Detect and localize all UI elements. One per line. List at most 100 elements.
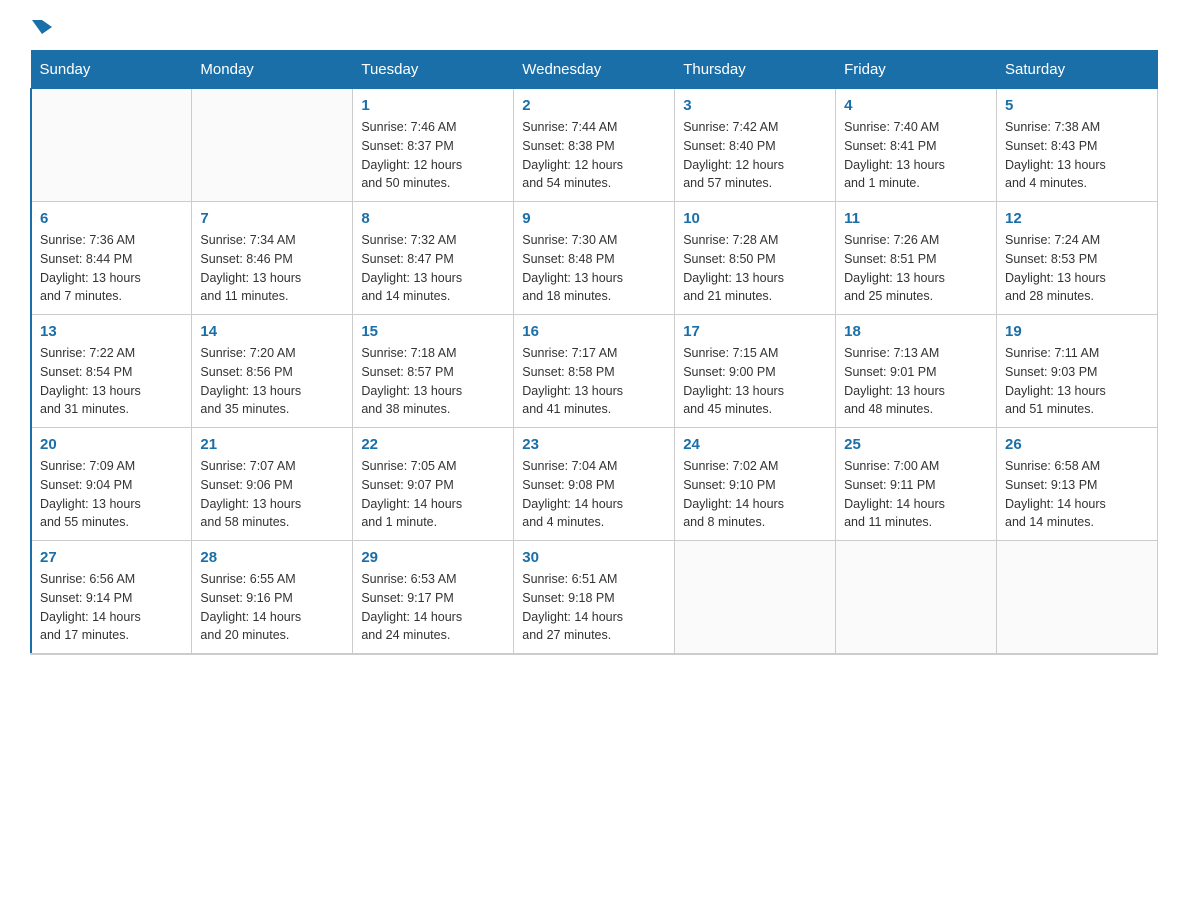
calendar-cell: 6 Sunrise: 7:36 AM Sunset: 8:44 PM Daylig… (31, 202, 192, 315)
day-info: Sunrise: 7:18 AM Sunset: 8:57 PM Dayligh… (361, 344, 505, 419)
day-number: 13 (40, 323, 183, 340)
day-info: Sunrise: 7:09 AM Sunset: 9:04 PM Dayligh… (40, 457, 183, 532)
calendar-cell: 10 Sunrise: 7:28 AM Sunset: 8:50 PM Dayli… (675, 202, 836, 315)
col-header-wednesday: Wednesday (514, 51, 675, 89)
calendar-cell: 2 Sunrise: 7:44 AM Sunset: 8:38 PM Daylig… (514, 89, 675, 202)
day-info: Sunrise: 7:22 AM Sunset: 8:54 PM Dayligh… (40, 344, 183, 419)
day-number: 18 (844, 323, 988, 340)
day-info: Sunrise: 7:44 AM Sunset: 8:38 PM Dayligh… (522, 118, 666, 193)
day-number: 10 (683, 210, 827, 227)
calendar-cell (997, 541, 1158, 655)
week-row-3: 13 Sunrise: 7:22 AM Sunset: 8:54 PM Dayli… (31, 315, 1158, 428)
day-info: Sunrise: 7:04 AM Sunset: 9:08 PM Dayligh… (522, 457, 666, 532)
calendar-cell: 30Sunrise: 6:51 AM Sunset: 9:18 PM Dayli… (514, 541, 675, 655)
day-info: Sunrise: 7:24 AM Sunset: 8:53 PM Dayligh… (1005, 231, 1149, 306)
day-number: 19 (1005, 323, 1149, 340)
page-header (30, 20, 1158, 30)
calendar-cell: 12 Sunrise: 7:24 AM Sunset: 8:53 PM Dayli… (997, 202, 1158, 315)
day-info: Sunrise: 7:34 AM Sunset: 8:46 PM Dayligh… (200, 231, 344, 306)
day-number: 29 (361, 549, 505, 566)
calendar-cell (192, 89, 353, 202)
calendar-table: SundayMondayTuesdayWednesdayThursdayFrid… (30, 50, 1158, 655)
day-number: 22 (361, 436, 505, 453)
day-number: 25 (844, 436, 988, 453)
week-row-2: 6 Sunrise: 7:36 AM Sunset: 8:44 PM Daylig… (31, 202, 1158, 315)
day-info: Sunrise: 6:53 AM Sunset: 9:17 PM Dayligh… (361, 570, 505, 645)
calendar-cell: 22 Sunrise: 7:05 AM Sunset: 9:07 PM Dayli… (353, 428, 514, 541)
day-number: 20 (40, 436, 183, 453)
day-info: Sunrise: 7:05 AM Sunset: 9:07 PM Dayligh… (361, 457, 505, 532)
col-header-tuesday: Tuesday (353, 51, 514, 89)
day-number: 27 (40, 549, 183, 566)
day-info: Sunrise: 7:13 AM Sunset: 9:01 PM Dayligh… (844, 344, 988, 419)
day-number: 3 (683, 97, 827, 114)
calendar-cell: 3 Sunrise: 7:42 AM Sunset: 8:40 PM Daylig… (675, 89, 836, 202)
calendar-cell: 27 Sunrise: 6:56 AM Sunset: 9:14 PM Dayli… (31, 541, 192, 655)
calendar-cell: 23 Sunrise: 7:04 AM Sunset: 9:08 PM Dayli… (514, 428, 675, 541)
day-number: 30 (522, 549, 666, 566)
calendar-cell: 14 Sunrise: 7:20 AM Sunset: 8:56 PM Dayli… (192, 315, 353, 428)
week-row-5: 27 Sunrise: 6:56 AM Sunset: 9:14 PM Dayli… (31, 541, 1158, 655)
logo-arrow2-icon (42, 20, 52, 34)
calendar-cell: 17Sunrise: 7:15 AM Sunset: 9:00 PM Dayli… (675, 315, 836, 428)
col-header-saturday: Saturday (997, 51, 1158, 89)
col-header-sunday: Sunday (31, 51, 192, 89)
day-info: Sunrise: 7:02 AM Sunset: 9:10 PM Dayligh… (683, 457, 827, 532)
col-header-thursday: Thursday (675, 51, 836, 89)
calendar-header-row: SundayMondayTuesdayWednesdayThursdayFrid… (31, 51, 1158, 89)
day-info: Sunrise: 7:30 AM Sunset: 8:48 PM Dayligh… (522, 231, 666, 306)
day-number: 7 (200, 210, 344, 227)
calendar-cell (675, 541, 836, 655)
day-info: Sunrise: 7:17 AM Sunset: 8:58 PM Dayligh… (522, 344, 666, 419)
calendar-cell: 9Sunrise: 7:30 AM Sunset: 8:48 PM Daylig… (514, 202, 675, 315)
day-info: Sunrise: 7:00 AM Sunset: 9:11 PM Dayligh… (844, 457, 988, 532)
day-info: Sunrise: 7:07 AM Sunset: 9:06 PM Dayligh… (200, 457, 344, 532)
day-info: Sunrise: 6:58 AM Sunset: 9:13 PM Dayligh… (1005, 457, 1149, 532)
day-info: Sunrise: 7:28 AM Sunset: 8:50 PM Dayligh… (683, 231, 827, 306)
calendar-cell: 19 Sunrise: 7:11 AM Sunset: 9:03 PM Dayli… (997, 315, 1158, 428)
logo-arrow-icon (32, 20, 42, 34)
calendar-cell: 8 Sunrise: 7:32 AM Sunset: 8:47 PM Daylig… (353, 202, 514, 315)
calendar-cell: 18 Sunrise: 7:13 AM Sunset: 9:01 PM Dayli… (836, 315, 997, 428)
calendar-cell: 11Sunrise: 7:26 AM Sunset: 8:51 PM Dayli… (836, 202, 997, 315)
day-info: Sunrise: 7:15 AM Sunset: 9:00 PM Dayligh… (683, 344, 827, 419)
col-header-friday: Friday (836, 51, 997, 89)
day-number: 1 (361, 97, 505, 114)
calendar-cell: 16 Sunrise: 7:17 AM Sunset: 8:58 PM Dayli… (514, 315, 675, 428)
week-row-4: 20 Sunrise: 7:09 AM Sunset: 9:04 PM Dayli… (31, 428, 1158, 541)
day-number: 2 (522, 97, 666, 114)
calendar-cell (836, 541, 997, 655)
day-info: Sunrise: 7:11 AM Sunset: 9:03 PM Dayligh… (1005, 344, 1149, 419)
calendar-cell: 13 Sunrise: 7:22 AM Sunset: 8:54 PM Dayli… (31, 315, 192, 428)
day-number: 5 (1005, 97, 1149, 114)
day-number: 8 (361, 210, 505, 227)
calendar-cell: 29 Sunrise: 6:53 AM Sunset: 9:17 PM Dayli… (353, 541, 514, 655)
day-info: Sunrise: 7:40 AM Sunset: 8:41 PM Dayligh… (844, 118, 988, 193)
day-number: 4 (844, 97, 988, 114)
day-number: 14 (200, 323, 344, 340)
day-info: Sunrise: 7:36 AM Sunset: 8:44 PM Dayligh… (40, 231, 183, 306)
day-info: Sunrise: 7:20 AM Sunset: 8:56 PM Dayligh… (200, 344, 344, 419)
col-header-monday: Monday (192, 51, 353, 89)
day-info: Sunrise: 7:26 AM Sunset: 8:51 PM Dayligh… (844, 231, 988, 306)
calendar-cell: 24 Sunrise: 7:02 AM Sunset: 9:10 PM Dayli… (675, 428, 836, 541)
day-number: 24 (683, 436, 827, 453)
week-row-1: 1Sunrise: 7:46 AM Sunset: 8:37 PM Daylig… (31, 89, 1158, 202)
day-info: Sunrise: 6:55 AM Sunset: 9:16 PM Dayligh… (200, 570, 344, 645)
day-info: Sunrise: 6:56 AM Sunset: 9:14 PM Dayligh… (40, 570, 183, 645)
calendar-cell: 26Sunrise: 6:58 AM Sunset: 9:13 PM Dayli… (997, 428, 1158, 541)
day-number: 12 (1005, 210, 1149, 227)
day-number: 28 (200, 549, 344, 566)
logo (30, 20, 52, 30)
calendar-cell: 4 Sunrise: 7:40 AM Sunset: 8:41 PM Daylig… (836, 89, 997, 202)
day-number: 23 (522, 436, 666, 453)
day-info: Sunrise: 7:32 AM Sunset: 8:47 PM Dayligh… (361, 231, 505, 306)
day-number: 6 (40, 210, 183, 227)
day-number: 16 (522, 323, 666, 340)
day-number: 21 (200, 436, 344, 453)
calendar-cell: 1Sunrise: 7:46 AM Sunset: 8:37 PM Daylig… (353, 89, 514, 202)
calendar-cell: 28 Sunrise: 6:55 AM Sunset: 9:16 PM Dayli… (192, 541, 353, 655)
day-info: Sunrise: 7:42 AM Sunset: 8:40 PM Dayligh… (683, 118, 827, 193)
calendar-cell (31, 89, 192, 202)
calendar-cell: 25 Sunrise: 7:00 AM Sunset: 9:11 PM Dayli… (836, 428, 997, 541)
